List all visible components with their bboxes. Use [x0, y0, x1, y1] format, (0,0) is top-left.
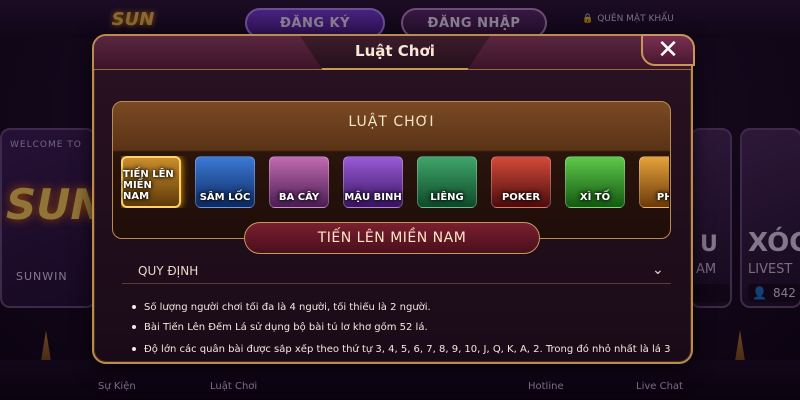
game-tile-xi-to[interactable]: XÌ TỐ	[565, 156, 625, 208]
bullet-icon	[132, 347, 136, 351]
close-button[interactable]: ✕	[641, 34, 695, 66]
modal-title: Luật Chơi	[355, 42, 435, 60]
game-tile-mau-binh[interactable]: MẬU BINH	[343, 156, 403, 208]
rule-item: Bài Tiến Lên Đếm Lá sử dụng bộ bài tú lơ…	[132, 322, 672, 333]
rules-section-header[interactable]: QUY ĐỊNH ⌄	[122, 258, 671, 284]
game-tile-ba-cay[interactable]: BA CÂY	[269, 156, 329, 208]
game-tile-label: PHỎ	[656, 192, 669, 203]
rule-item: Độ lớn các quân bài được sắp xếp theo th…	[132, 344, 672, 355]
close-icon: ✕	[657, 35, 679, 65]
game-tile-label: XÌ TỐ	[579, 192, 611, 203]
game-tile-pho[interactable]: PHỎ	[639, 156, 669, 208]
game-tile-label: TIẾN LÊN MIỀN NAM	[123, 169, 174, 202]
game-tile-label: BA CÂY	[278, 192, 320, 203]
game-tile-label: SÂM LỐC	[199, 192, 251, 203]
panel-title: LUẬT CHƠI	[348, 114, 435, 130]
rule-text: Độ lớn các quân bài được sắp xếp theo th…	[144, 344, 672, 355]
game-tile-label: LIÊNG	[430, 192, 464, 203]
rule-text: Số lượng người chơi tối đa là 4 người, t…	[144, 302, 431, 313]
chevron-down-icon[interactable]: ⌄	[652, 262, 664, 278]
game-tile-sam-loc[interactable]: SÂM LỐC	[195, 156, 255, 208]
game-tile-label: POKER	[501, 192, 541, 203]
game-tile-row: TIẾN LÊN MIỀN NAM SÂM LỐC BA CÂY MẬU BIN…	[121, 156, 669, 208]
game-tile-tien-len-mien-nam[interactable]: TIẾN LÊN MIỀN NAM	[121, 156, 181, 208]
rules-section-label: QUY ĐỊNH	[138, 264, 199, 278]
game-tile-lieng[interactable]: LIÊNG	[417, 156, 477, 208]
game-tile-poker[interactable]: POKER	[491, 156, 551, 208]
selected-game-title: TIẾN LÊN MIỀN NAM	[244, 222, 540, 254]
bullet-icon	[132, 305, 136, 309]
rule-text: Bài Tiến Lên Đếm Lá sử dụng bộ bài tú lơ…	[144, 322, 428, 333]
bullet-icon	[132, 325, 136, 329]
game-tile-label: MẬU BINH	[344, 192, 402, 203]
rule-item: Số lượng người chơi tối đa là 4 người, t…	[132, 302, 672, 313]
